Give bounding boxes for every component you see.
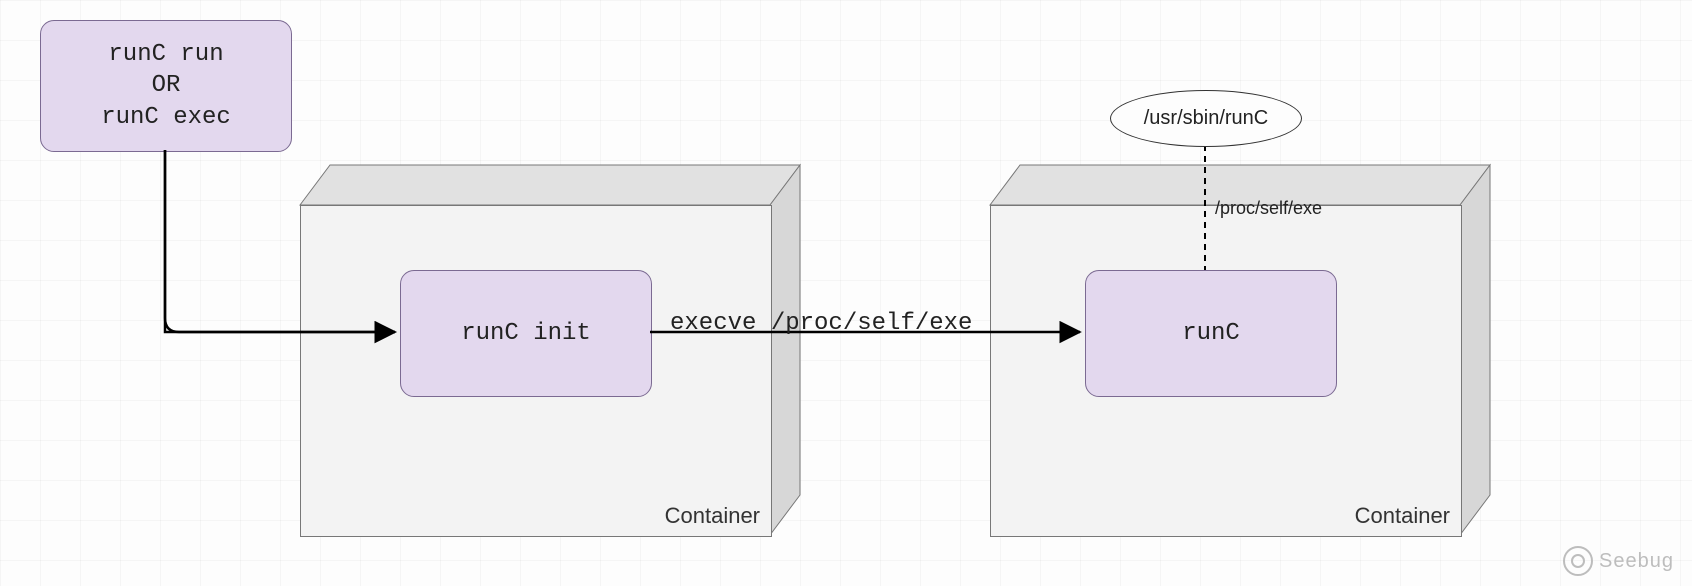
node-start-line3: runC exec	[101, 104, 231, 131]
container-right-side-face	[1460, 165, 1500, 535]
container-left-label: Container	[665, 503, 760, 529]
node-runc-binary-label: /usr/sbin/runC	[1144, 107, 1269, 130]
node-runc: runC	[1085, 270, 1337, 397]
container-left-top-face	[300, 165, 800, 205]
container-right-label: Container	[1355, 503, 1450, 529]
node-start: runC run OR runC exec	[40, 20, 292, 152]
node-start-line1: runC run	[108, 41, 223, 68]
node-runc-binary-ellipse: /usr/sbin/runC	[1110, 90, 1302, 147]
container-left-side-face	[770, 165, 810, 535]
watermark: Seebug	[1563, 546, 1674, 576]
bug-icon	[1563, 546, 1593, 576]
node-start-line2: OR	[152, 72, 181, 99]
node-start-text: runC run OR runC exec	[101, 39, 231, 133]
node-runc-label: runC	[1182, 318, 1240, 349]
node-runc-init: runC init	[400, 270, 652, 397]
watermark-text: Seebug	[1599, 550, 1674, 573]
node-runc-init-label: runC init	[461, 318, 591, 349]
diagram-stage: Container Container runC run OR runC exe…	[0, 0, 1692, 586]
edge-label-execve: execve /proc/self/exe	[670, 310, 972, 337]
edge-label-proc-self-exe: /proc/self/exe	[1215, 198, 1322, 219]
